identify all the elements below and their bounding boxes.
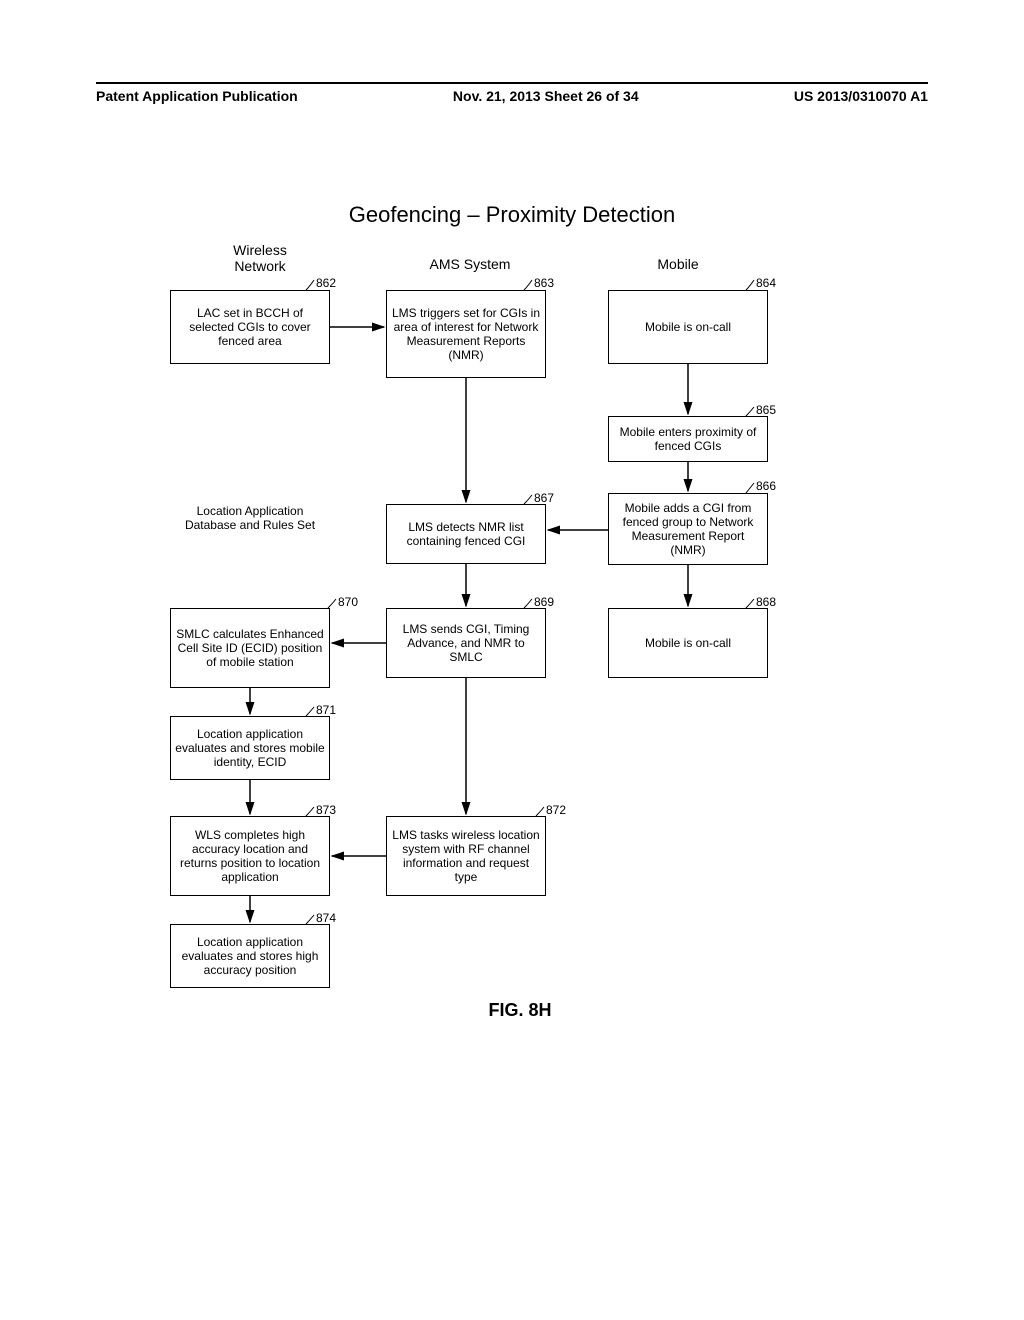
box-866: Mobile adds a CGI from fenced group to N… (608, 493, 768, 565)
column-label-wireless: Wireless Network (200, 242, 320, 274)
ref-867: 867 (534, 491, 554, 505)
box-862: LAC set in BCCH of selected CGIs to cove… (170, 290, 330, 364)
header-center: Nov. 21, 2013 Sheet 26 of 34 (453, 88, 639, 104)
box-871: Location application evaluates and store… (170, 716, 330, 780)
box-863: LMS triggers set for CGIs in area of int… (386, 290, 546, 378)
ref-870: 870 (338, 595, 358, 609)
box-865: Mobile enters proximity of fenced CGIs (608, 416, 768, 462)
patent-header: Patent Application Publication Nov. 21, … (96, 82, 928, 104)
header-right: US 2013/0310070 A1 (794, 88, 928, 104)
column-label-ams: AMS System (410, 256, 530, 272)
ref-872: 872 (546, 803, 566, 817)
ref-869: 869 (534, 595, 554, 609)
header-left: Patent Application Publication (96, 88, 298, 104)
label-locapp: Location Application Database and Rules … (170, 504, 330, 532)
figure-label: FIG. 8H (440, 1000, 600, 1021)
ref-866: 866 (756, 479, 776, 493)
ref-863: 863 (534, 276, 554, 290)
box-872: LMS tasks wireless location system with … (386, 816, 546, 896)
ref-865: 865 (756, 403, 776, 417)
ref-873: 873 (316, 803, 336, 817)
box-873: WLS completes high accuracy location and… (170, 816, 330, 896)
box-867: LMS detects NMR list containing fenced C… (386, 504, 546, 564)
ref-862: 862 (316, 276, 336, 290)
ref-874: 874 (316, 911, 336, 925)
ref-871: 871 (316, 703, 336, 717)
ref-864: 864 (756, 276, 776, 290)
box-869: LMS sends CGI, Timing Advance, and NMR t… (386, 608, 546, 678)
box-864: Mobile is on-call (608, 290, 768, 364)
box-868: Mobile is on-call (608, 608, 768, 678)
box-874: Location application evaluates and store… (170, 924, 330, 988)
column-label-mobile: Mobile (638, 256, 718, 272)
ref-868: 868 (756, 595, 776, 609)
box-870: SMLC calculates Enhanced Cell Site ID (E… (170, 608, 330, 688)
diagram-title: Geofencing – Proximity Detection (0, 202, 1024, 228)
